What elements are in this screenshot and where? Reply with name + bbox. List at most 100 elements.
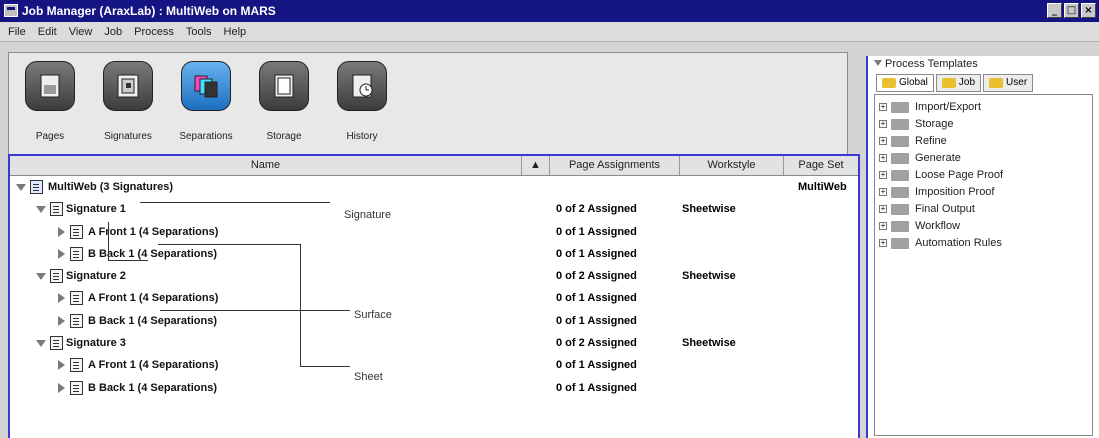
process-templates-title[interactable]: Process Templates: [874, 58, 978, 70]
template-item[interactable]: + Loose Page Proof: [875, 167, 1092, 184]
menu-view[interactable]: View: [69, 26, 93, 38]
template-item[interactable]: + Workflow: [875, 218, 1092, 235]
expand-plus-icon: +: [879, 187, 887, 196]
menu-help[interactable]: Help: [224, 26, 247, 38]
window-controls: _ □ ×: [1047, 3, 1096, 18]
expand-plus-icon: +: [879, 204, 887, 213]
signature-icon: [50, 336, 63, 351]
surface-callout: Surface: [350, 306, 500, 336]
surface-icon: [70, 380, 83, 395]
surface-icon: [70, 313, 83, 328]
table-row[interactable]: MultiWeb (3 Signatures) MultiWeb: [10, 176, 858, 198]
pages-icon: [25, 61, 75, 111]
expand-plus-icon: +: [879, 136, 887, 145]
table-row[interactable]: Signature 2 0 of 2 Assigned Sheetwise: [10, 265, 858, 287]
menu-job[interactable]: Job: [104, 26, 122, 38]
template-item[interactable]: + Generate: [875, 150, 1092, 167]
folder-icon: [891, 221, 909, 232]
folder-icon: [891, 136, 909, 147]
window-title: Job Manager (AraxLab) : MultiWeb on MARS: [22, 4, 276, 18]
template-item[interactable]: + Imposition Proof: [875, 184, 1092, 201]
close-button[interactable]: ×: [1081, 3, 1096, 18]
menu-file[interactable]: File: [8, 26, 26, 38]
column-workstyle[interactable]: Workstyle: [680, 156, 784, 175]
folder-icon: [891, 204, 909, 215]
folder-icon: [891, 187, 909, 198]
template-item[interactable]: + Storage: [875, 116, 1092, 133]
column-page-set[interactable]: Page Set: [784, 156, 858, 175]
table-header: Name ▲ Page Assignments Workstyle Page S…: [10, 156, 858, 176]
storage-icon: [259, 61, 309, 111]
expand-toggle-icon[interactable]: [58, 382, 65, 393]
column-page-assignments[interactable]: Page Assignments: [550, 156, 680, 175]
history-button[interactable]: History: [331, 61, 393, 142]
view-toolbar: Pages Signatures Separations Storage His…: [8, 52, 848, 156]
menu-edit[interactable]: Edit: [38, 26, 57, 38]
separations-button[interactable]: Separations: [175, 61, 237, 142]
surface-icon: [70, 358, 83, 373]
menu-process[interactable]: Process: [134, 26, 174, 38]
expand-plus-icon: +: [879, 170, 887, 179]
user-folder-icon: [989, 78, 1004, 88]
column-name[interactable]: Name: [10, 156, 522, 175]
job-icon: [30, 180, 43, 194]
template-item[interactable]: + Import/Export: [875, 99, 1092, 116]
separations-icon: [181, 61, 231, 111]
expand-toggle-icon[interactable]: [58, 360, 65, 371]
menu-bar: File Edit View Job Process Tools Help: [0, 22, 1099, 42]
signature-callout: Signature: [340, 206, 490, 246]
sheet-leader-line-c: [300, 366, 350, 367]
sheet-callout: Sheet: [350, 368, 500, 398]
template-item[interactable]: + Automation Rules: [875, 235, 1092, 252]
template-tree: + Import/Export + Storage + Refine + Generat…: [874, 94, 1093, 436]
job-tree-table: Name ▲ Page Assignments Workstyle Page S…: [8, 154, 860, 438]
surface-leader-line-a: [108, 222, 109, 260]
minimize-button[interactable]: _: [1047, 3, 1062, 18]
expand-plus-icon: +: [879, 102, 887, 111]
folder-icon: [891, 238, 909, 249]
surface-icon: [70, 246, 83, 261]
template-item[interactable]: + Refine: [875, 133, 1092, 150]
expand-toggle-icon[interactable]: [58, 293, 65, 304]
signatures-button[interactable]: Signatures: [97, 61, 159, 142]
template-tabs: Global Job User: [876, 74, 1034, 92]
pages-button[interactable]: Pages: [19, 61, 81, 142]
folder-icon: [891, 170, 909, 181]
signatures-icon: [103, 61, 153, 111]
history-icon: [337, 61, 387, 111]
tab-user[interactable]: User: [983, 74, 1034, 92]
storage-button[interactable]: Storage: [253, 61, 315, 142]
menu-tools[interactable]: Tools: [186, 26, 212, 38]
global-icon: [882, 78, 896, 88]
expand-toggle-icon[interactable]: [36, 273, 46, 281]
expand-plus-icon: +: [879, 238, 887, 247]
app-icon: [4, 4, 18, 17]
sheet-leader-line-b: [300, 244, 301, 366]
expand-toggle-icon[interactable]: [16, 184, 26, 191]
template-item[interactable]: + Final Output: [875, 201, 1092, 218]
folder-icon: [891, 153, 909, 164]
tab-job[interactable]: Job: [935, 74, 982, 92]
process-templates-panel: Process Templates Global Job User + Impor…: [866, 56, 1099, 438]
job-folder-icon: [941, 78, 956, 88]
sort-ascending-icon[interactable]: ▲: [522, 156, 550, 175]
folder-icon: [891, 119, 909, 130]
surface-leader-line-c: [160, 310, 350, 311]
surface-leader-line-b: [108, 260, 148, 261]
work-area: Pages Signatures Separations Storage His…: [0, 42, 1099, 438]
expand-toggle-icon[interactable]: [58, 248, 65, 259]
signature-icon: [50, 269, 63, 284]
signature-icon: [50, 202, 63, 217]
folder-icon: [891, 102, 909, 113]
sheet-leader-line-a: [158, 244, 300, 245]
expand-toggle-icon[interactable]: [58, 226, 65, 237]
expand-toggle-icon[interactable]: [36, 340, 46, 348]
expand-toggle-icon[interactable]: [36, 206, 46, 214]
maximize-button[interactable]: □: [1064, 3, 1079, 18]
window-title-bar: Job Manager (AraxLab) : MultiWeb on MARS…: [0, 0, 1099, 22]
table-row[interactable]: B Back 1 (4 Separations) 0 of 1 Assigned: [10, 243, 858, 265]
tab-global[interactable]: Global: [876, 74, 934, 92]
expand-plus-icon: +: [879, 221, 887, 230]
expand-plus-icon: +: [879, 153, 887, 162]
expand-toggle-icon[interactable]: [58, 315, 65, 326]
